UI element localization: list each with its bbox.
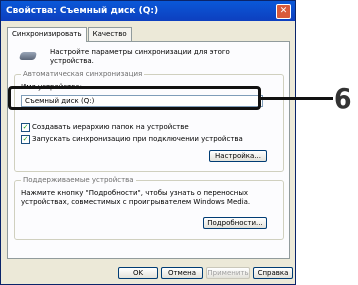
cancel-button[interactable]: Отмена	[161, 267, 203, 279]
check-icon: ✓	[22, 135, 29, 143]
close-button[interactable]: ✕	[276, 4, 291, 19]
supported-devices-text: Нажмите кнопку "Подробности", чтобы узна…	[21, 189, 251, 206]
create-hierarchy-checkbox[interactable]: ✓	[21, 123, 30, 132]
apply-button[interactable]: Применить	[206, 267, 250, 279]
title-bar: Свойства: Съемный диск (Q:) ✕	[1, 1, 295, 21]
properties-dialog: Свойства: Съемный диск (Q:) ✕ Синхронизи…	[0, 0, 296, 285]
create-hierarchy-label: Создавать иерархию папок на устройстве	[32, 123, 189, 131]
close-icon: ✕	[279, 6, 288, 16]
intro-text: Настройте параметры синхронизации для эт…	[50, 48, 230, 65]
callout-highlight-box	[8, 86, 261, 110]
ok-button[interactable]: OK	[118, 267, 158, 279]
window-title: Свойства: Съемный диск (Q:)	[6, 6, 159, 16]
supported-devices-group: Поддерживаемые устройства Нажмите кнопку…	[14, 176, 284, 240]
tab-sync[interactable]: Синхронизировать	[7, 27, 87, 42]
tab-quality[interactable]: Качество	[87, 27, 132, 41]
details-button[interactable]: Подробности...	[203, 217, 267, 229]
check-icon: ✓	[22, 123, 29, 131]
removable-drive-icon	[18, 52, 38, 60]
callout-line	[261, 97, 333, 100]
supported-devices-group-title: Поддерживаемые устройства	[21, 176, 136, 184]
auto-sync-group-title: Автоматическая синхронизация	[21, 70, 145, 78]
callout-number: 6	[334, 82, 352, 115]
sync-on-connect-checkbox[interactable]: ✓	[21, 135, 30, 144]
help-button[interactable]: Справка	[253, 267, 293, 279]
tab-panel-sync: Настройте параметры синхронизации для эт…	[7, 41, 290, 259]
sync-on-connect-label: Запускать синхронизацию при подключении …	[32, 135, 243, 143]
tab-strip: Синхронизировать Качество	[7, 27, 133, 42]
settings-button[interactable]: Настройка...	[209, 150, 267, 162]
